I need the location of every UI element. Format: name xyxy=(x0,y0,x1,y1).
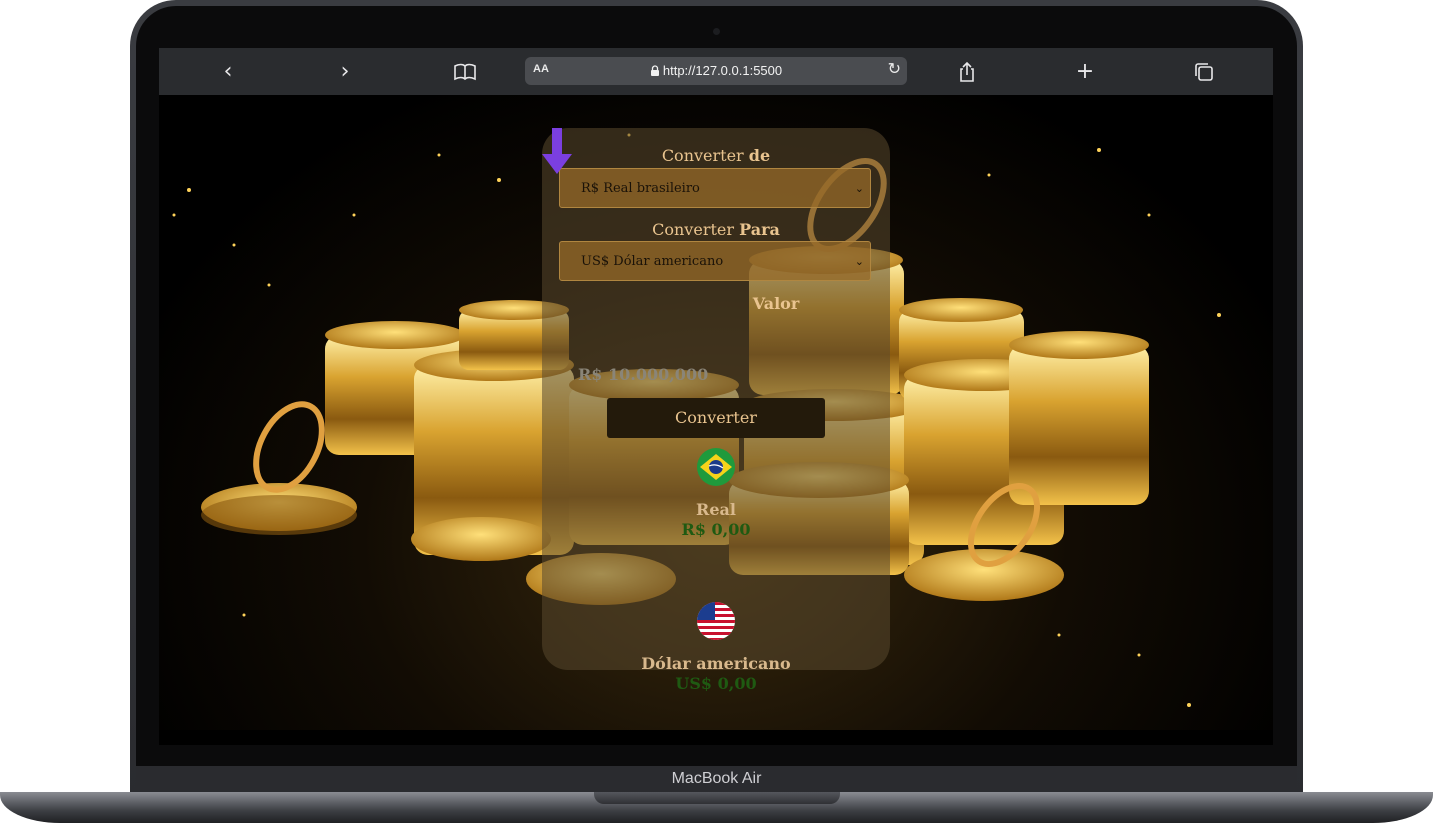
from-label: Converter de xyxy=(661,146,771,165)
converter-card: Converter de R$ Real brasileiro ⌄ Conver… xyxy=(542,128,890,693)
chevron-down-icon: ⌄ xyxy=(854,255,864,268)
usa-flag-icon xyxy=(697,602,735,640)
chevron-down-icon: ⌄ xyxy=(854,182,864,195)
target-currency-value: US$ 0,00 xyxy=(675,674,757,693)
screen: ‹ › AA http://127.0.0.1:5500 ↻ + Convert… xyxy=(159,48,1273,745)
share-icon[interactable] xyxy=(955,60,979,84)
value-input[interactable]: R$ 10.000,000 xyxy=(578,360,852,390)
source-currency-name: Real xyxy=(696,500,736,519)
to-currency-select[interactable]: US$ Dólar americano ⌄ xyxy=(559,241,871,281)
reload-icon[interactable]: ↻ xyxy=(888,59,901,78)
url-text: http://127.0.0.1:5500 xyxy=(662,63,783,78)
value-label: Valor xyxy=(752,294,800,313)
to-label: Converter Para xyxy=(652,220,780,239)
new-tab-icon[interactable]: + xyxy=(1073,60,1097,84)
forward-icon[interactable]: › xyxy=(333,60,357,84)
from-currency-select[interactable]: R$ Real brasileiro ⌄ xyxy=(559,168,871,208)
convert-button[interactable]: Converter xyxy=(607,398,825,438)
target-currency-name: Dólar americano xyxy=(641,654,791,673)
laptop-notch xyxy=(594,792,840,804)
page-background: Converter de R$ Real brasileiro ⌄ Conver… xyxy=(159,95,1273,730)
lock-icon xyxy=(650,65,659,76)
brazil-flag-icon xyxy=(697,448,735,486)
camera-icon xyxy=(713,28,720,35)
laptop-chin: MacBook Air xyxy=(136,766,1297,794)
browser-toolbar: ‹ › AA http://127.0.0.1:5500 ↻ + xyxy=(159,48,1273,95)
back-icon[interactable]: ‹ xyxy=(216,60,240,84)
tabs-icon[interactable] xyxy=(1192,60,1216,84)
source-currency-value: R$ 0,00 xyxy=(681,520,751,539)
bookmarks-icon[interactable] xyxy=(453,60,477,84)
brand-label: MacBook Air xyxy=(671,770,762,787)
arrow-down-icon xyxy=(542,128,572,174)
address-bar[interactable]: AA http://127.0.0.1:5500 ↻ xyxy=(525,57,907,85)
